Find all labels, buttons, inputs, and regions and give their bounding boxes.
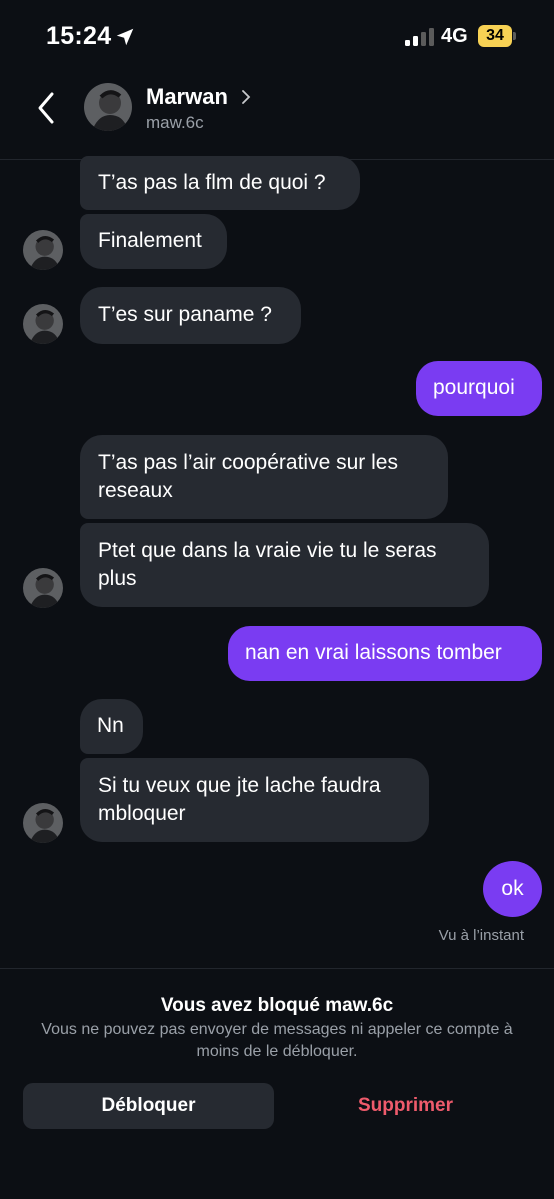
message-bubble[interactable]: Si tu veux que jte lache faudra mbloquer — [80, 758, 429, 842]
chevron-right-icon[interactable] — [240, 90, 252, 104]
avatar-photo — [23, 304, 63, 344]
avatar[interactable] — [84, 83, 132, 131]
message-text: T’es sur paname ? — [98, 303, 272, 326]
seen-status: Vu à l’instant — [438, 927, 524, 944]
avatar-photo — [84, 83, 132, 131]
chat-header: Marwan maw.6c — [0, 70, 554, 160]
delete-button[interactable]: Supprimer — [280, 1083, 531, 1129]
cellular-signal-icon — [405, 28, 434, 46]
message-text: T’as pas l’air coopérative sur les resea… — [98, 451, 398, 502]
avatar-photo — [23, 568, 63, 608]
blocked-panel: Vous avez bloqué maw.6c Vous ne pouvez p… — [0, 968, 554, 1199]
avatar[interactable] — [23, 304, 63, 344]
message-bubble[interactable]: T’as pas l’air coopérative sur les resea… — [80, 435, 448, 519]
message-text: Finalement — [98, 229, 202, 252]
battery-level: 34 — [486, 27, 504, 44]
message-text: ok — [501, 877, 524, 900]
blocked-title: Vous avez bloqué maw.6c — [160, 995, 394, 1016]
back-button[interactable] — [30, 88, 62, 128]
message-bubble[interactable]: pourquoi — [416, 361, 542, 416]
message-bubble[interactable]: Finalement — [80, 214, 227, 269]
avatar-photo — [23, 803, 63, 843]
status-bar: 15:24 4G 34 — [0, 0, 554, 70]
network-type: 4G — [441, 25, 468, 47]
unblock-button[interactable]: Débloquer — [23, 1083, 274, 1129]
message-bubble[interactable]: ok — [483, 861, 542, 917]
status-time: 15:24 — [46, 22, 112, 50]
message-bubble[interactable]: nan en vrai laissons tomber — [228, 626, 542, 681]
message-text: T’as pas la flm de quoi ? — [98, 171, 326, 194]
contact-name[interactable]: Marwan — [146, 84, 228, 110]
message-bubble[interactable]: T’as pas la flm de quoi ? — [80, 156, 360, 210]
message-text: nan en vrai laissons tomber — [245, 641, 502, 664]
message-text: Nn — [97, 714, 124, 737]
message-text: pourquoi — [433, 376, 515, 399]
message-bubble[interactable]: Nn — [80, 699, 143, 754]
avatar[interactable] — [23, 803, 63, 843]
battery-icon: 34 — [478, 25, 516, 47]
message-text: Ptet que dans la vraie vie tu le seras p… — [98, 539, 437, 590]
blocked-description: Vous ne pouvez pas envoyer de messages n… — [41, 1021, 513, 1060]
location-arrow-icon — [116, 28, 134, 46]
message-bubble[interactable]: T’es sur paname ? — [80, 287, 301, 344]
avatar[interactable] — [23, 568, 63, 608]
contact-username: maw.6c — [146, 113, 204, 132]
message-bubble[interactable]: Ptet que dans la vraie vie tu le seras p… — [80, 523, 489, 607]
avatar-photo — [23, 230, 63, 270]
avatar[interactable] — [23, 230, 63, 270]
message-text: Si tu veux que jte lache faudra mbloquer — [98, 774, 381, 825]
